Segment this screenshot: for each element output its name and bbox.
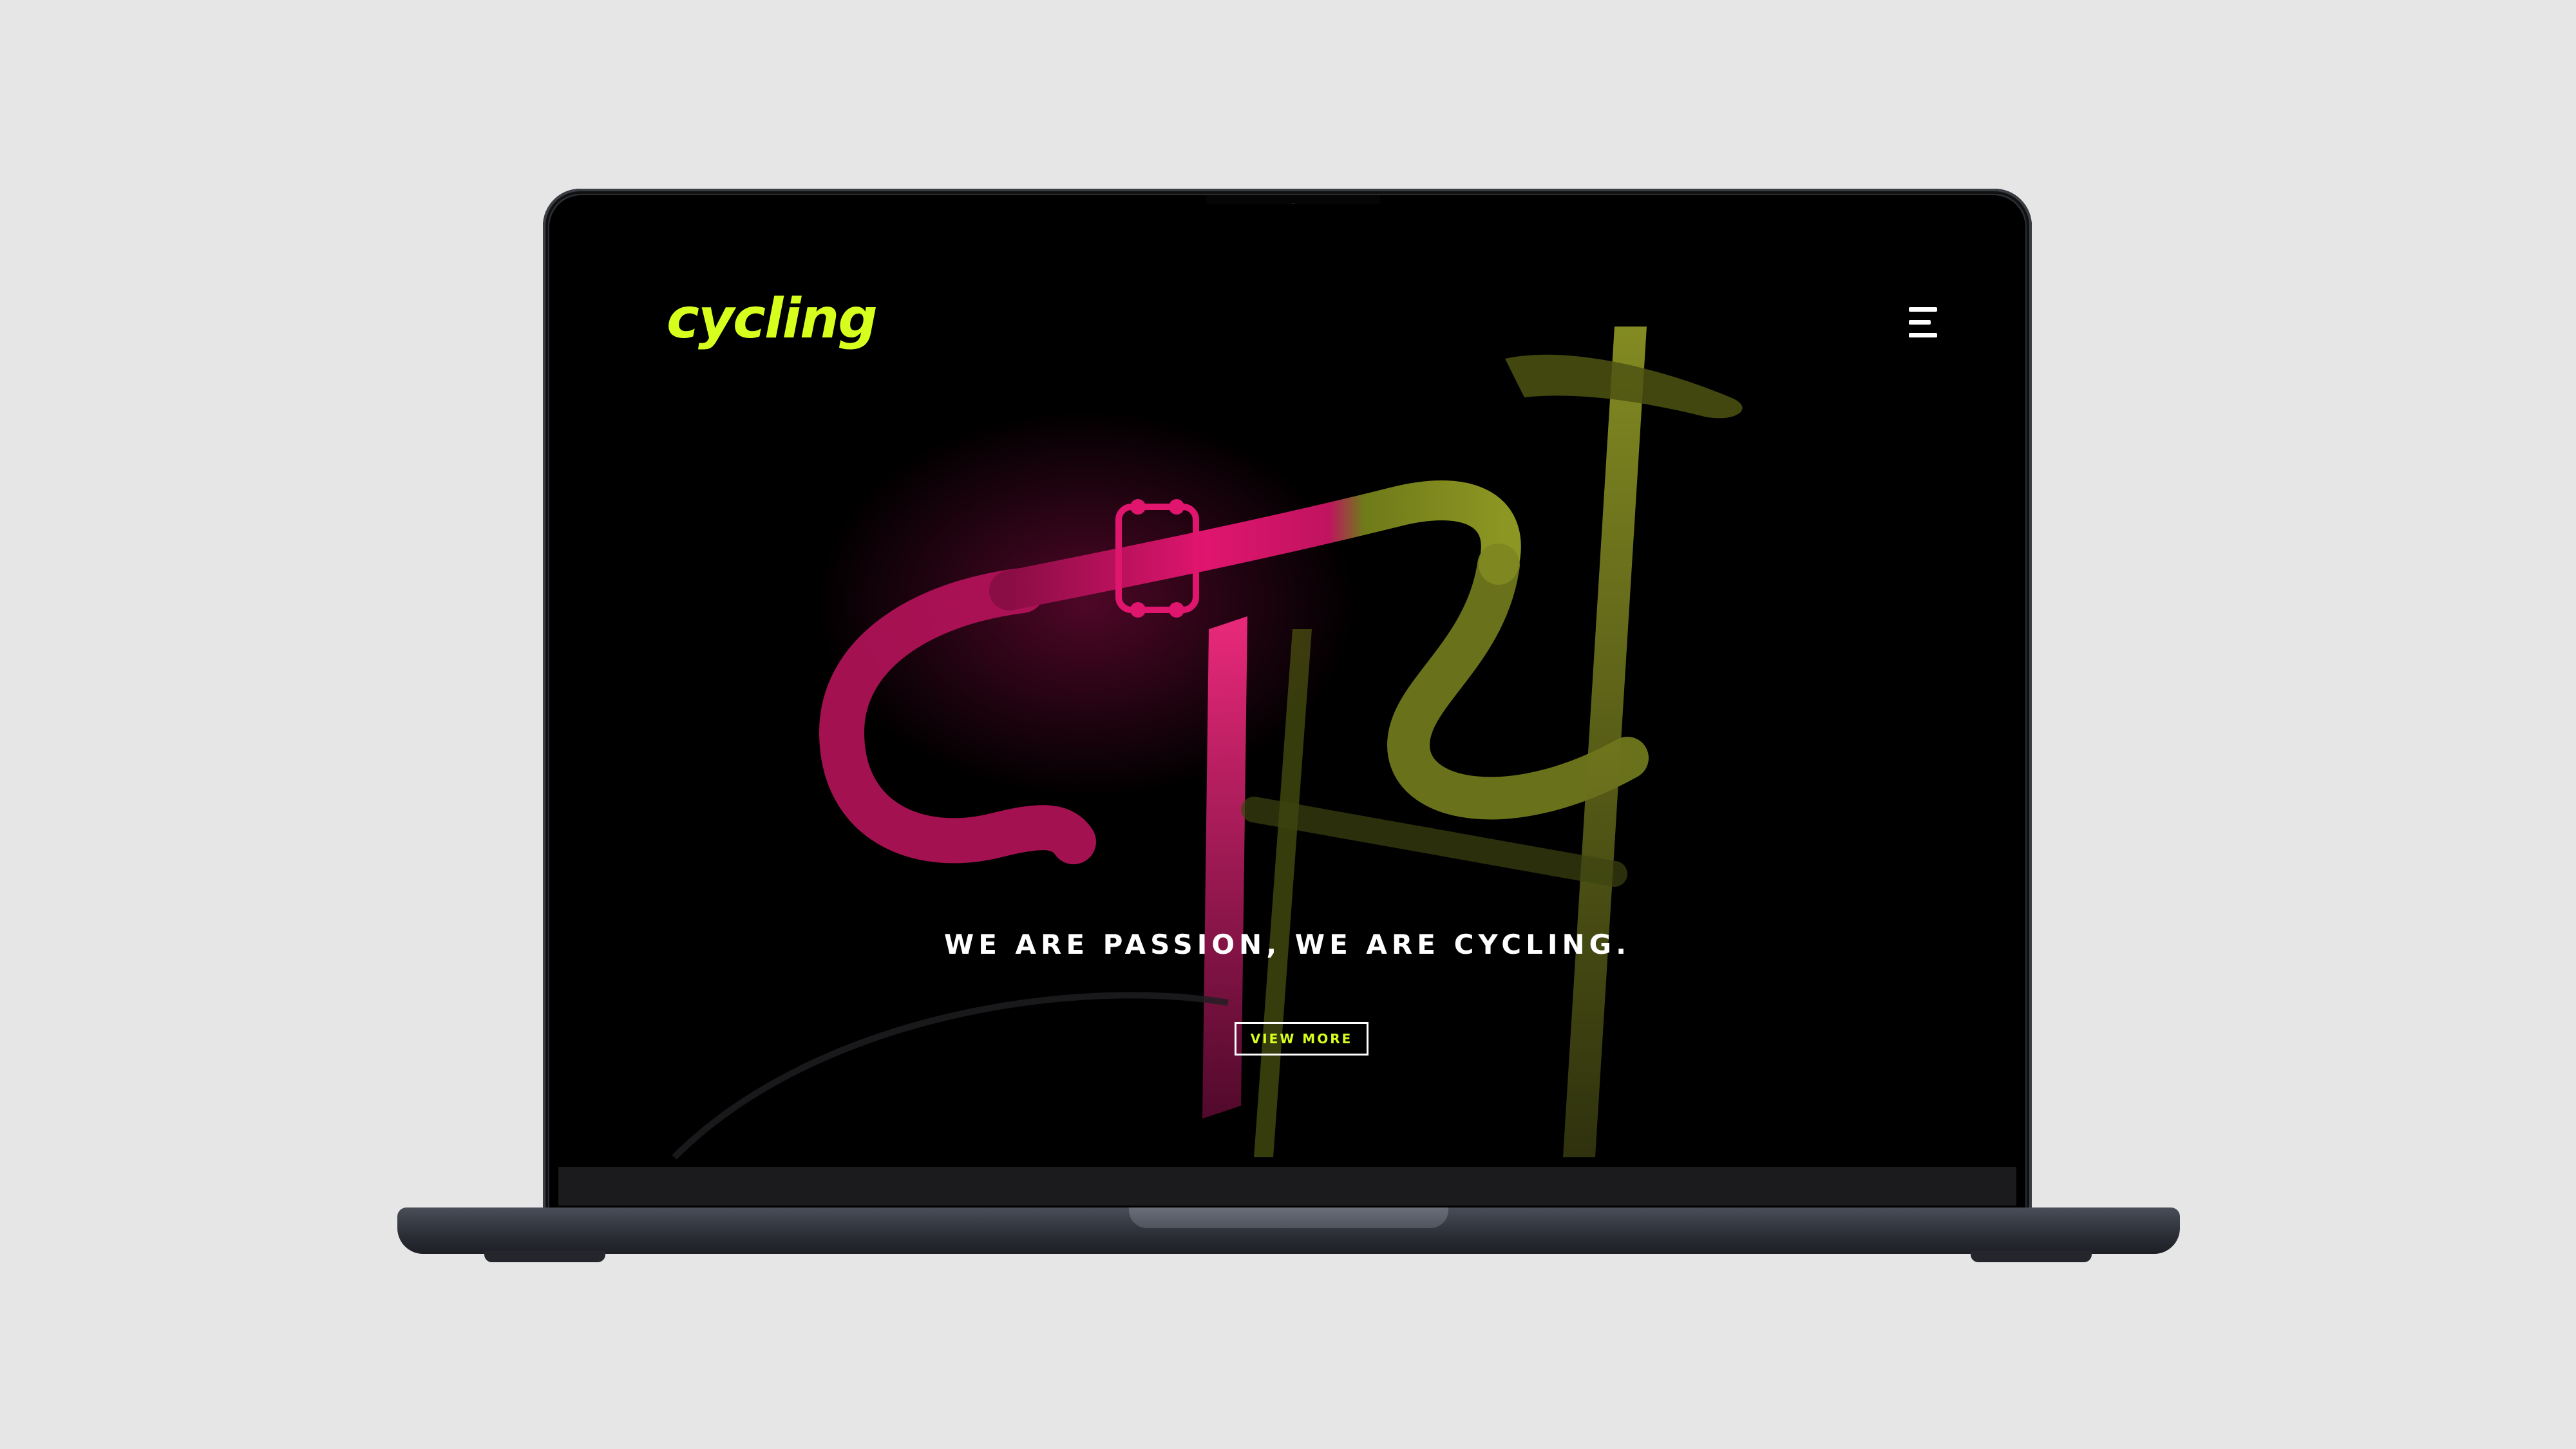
lid-opening-notch — [1129, 1208, 1448, 1228]
laptop-base — [397, 1208, 2180, 1254]
hamburger-menu-icon — [1909, 320, 1931, 325]
screen-bezel: cycling WE ARE PASSION, WE ARE CYCLING. … — [549, 195, 2025, 1213]
view-more-button[interactable]: VIEW MORE — [1235, 1022, 1368, 1056]
glow-accent — [816, 410, 1357, 797]
hamburger-menu-icon — [1909, 333, 1937, 337]
laptop-foot-left — [484, 1251, 605, 1262]
laptop-foot-right — [1971, 1251, 2092, 1262]
hamburger-menu-icon — [1909, 307, 1937, 312]
bike-top-tube — [1241, 797, 1627, 887]
laptop-lid: cycling WE ARE PASSION, WE ARE CYCLING. … — [543, 189, 2032, 1213]
bike-wheel — [672, 992, 1229, 1160]
hero-headline: WE ARE PASSION, WE ARE CYCLING. — [943, 929, 1631, 960]
site-logo[interactable]: cycling — [667, 291, 878, 346]
website-screen: cycling WE ARE PASSION, WE ARE CYCLING. … — [558, 204, 2016, 1167]
screen-bottom-bezel — [558, 1167, 2016, 1206]
mockup-stage: cycling WE ARE PASSION, WE ARE CYCLING. … — [0, 0, 2576, 1449]
hamburger-menu-button[interactable] — [1909, 307, 1942, 338]
